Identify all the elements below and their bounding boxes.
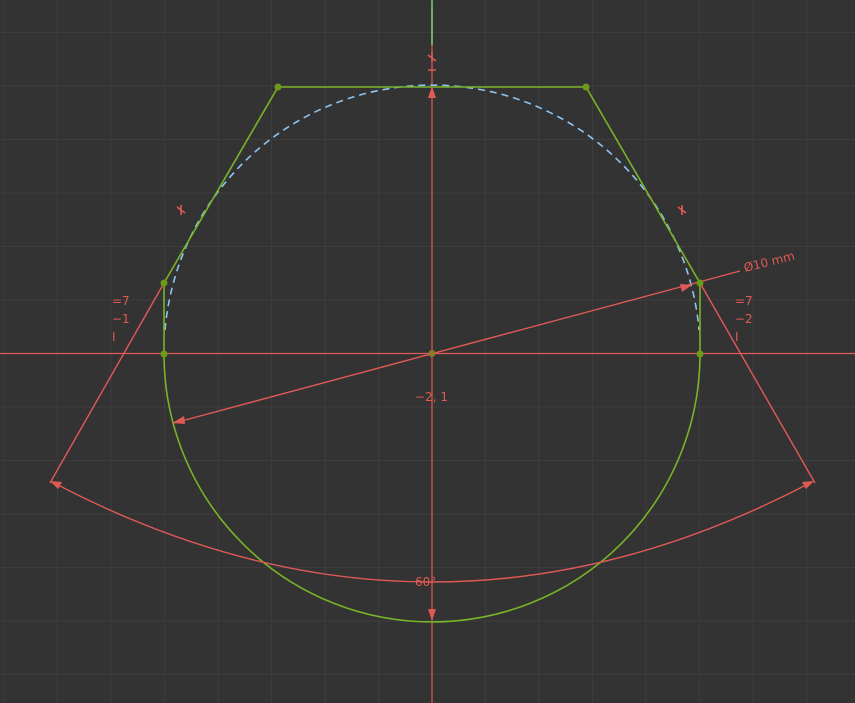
left-constraint-2: −1 (112, 312, 130, 326)
point-top-left[interactable] (274, 83, 282, 91)
point-top-right[interactable] (582, 83, 590, 91)
tangent-icon (677, 205, 687, 215)
point-left-upper[interactable] (160, 279, 168, 287)
point-right-upper[interactable] (696, 279, 704, 287)
left-constraint-1: =7 (112, 294, 130, 308)
right-constraint-2: −2 (735, 312, 753, 326)
diameter-dimension-label[interactable]: Ø10 mm (742, 249, 796, 275)
diameter-arrow-left (172, 416, 185, 424)
tangent-icon (176, 205, 186, 215)
diameter-dimension-line[interactable] (173, 270, 741, 424)
diameter-arrow-right (680, 284, 692, 292)
grid (0, 0, 855, 703)
angle-extension-right (699, 282, 816, 484)
right-constraint-1: =7 (735, 294, 753, 308)
left-constraint-3: I (112, 330, 116, 344)
point-right-lower[interactable] (696, 350, 704, 358)
angle-arrow-right (802, 481, 814, 489)
sketch-canvas[interactable]: Ø10 mm 60° −2, 1 =7 −1 I =7 −2 I (0, 0, 855, 703)
angle-arrow-left (50, 481, 62, 489)
angle-dimension-label[interactable]: 60° (415, 575, 436, 589)
right-constraint-3: I (735, 330, 739, 344)
point-left-lower[interactable] (160, 350, 168, 358)
y-axis-arrow-bottom (428, 609, 436, 621)
center-constraint-label: −2, 1 (415, 390, 448, 404)
point-center[interactable] (428, 350, 436, 357)
angle-extension-left (49, 282, 165, 484)
